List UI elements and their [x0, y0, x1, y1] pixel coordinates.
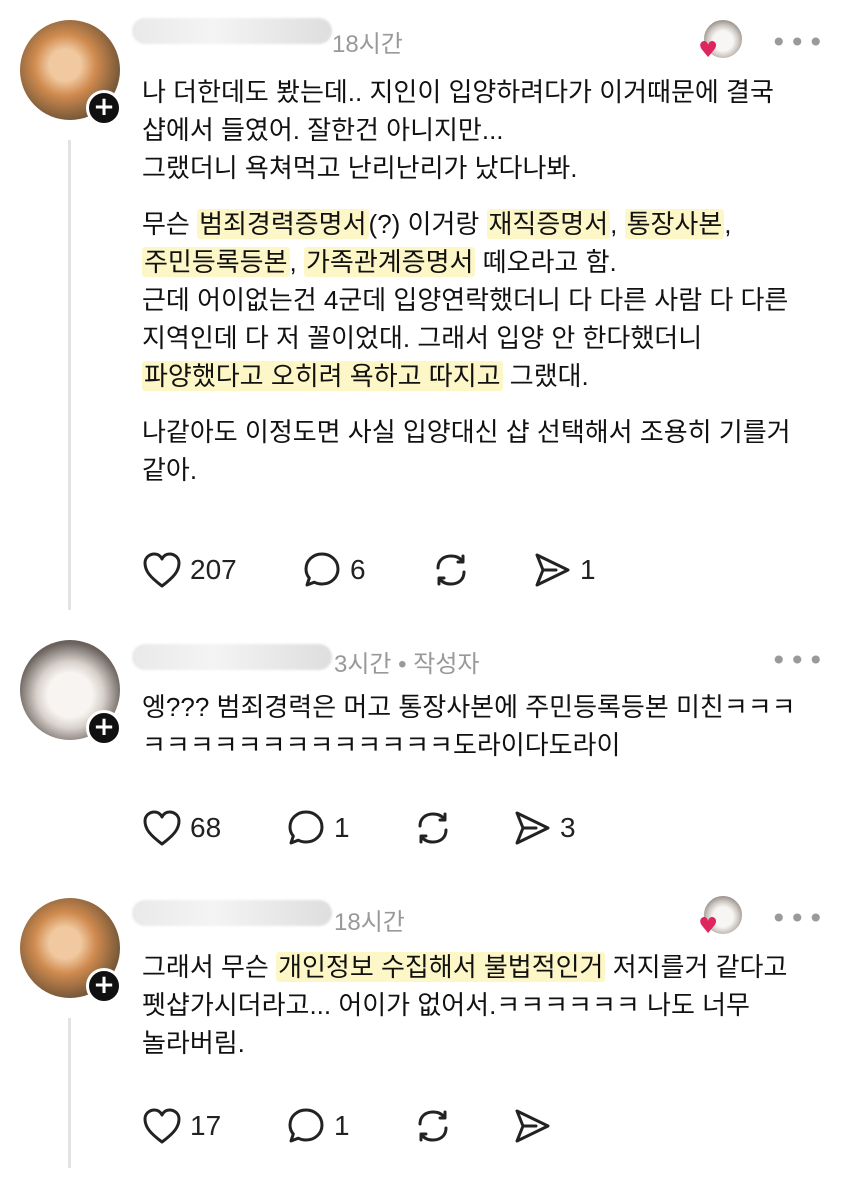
- post-3: + 18시간 ♥ ••• 그래서 무슨 개인정보 수집해서 불법적인거 저지를거…: [0, 880, 850, 1180]
- post-line: 펫샵가시더라고... 어이가 없어서.ㅋㅋㅋㅋㅋㅋ 나도 너무: [142, 990, 750, 1020]
- reply-button[interactable]: 1: [286, 1106, 350, 1146]
- repost-button[interactable]: [430, 550, 472, 590]
- follow-plus-icon[interactable]: +: [86, 710, 122, 746]
- share-count: 3: [560, 812, 576, 843]
- send-icon: [535, 553, 570, 587]
- repost-icon: [418, 812, 448, 844]
- more-icon[interactable]: •••: [770, 26, 826, 59]
- post-line: 나같아도 이정도면 사실 입양대신 샵 선택해서 조용히 기를거: [142, 417, 791, 447]
- highlight: 개인정보 수집해서 불법적인거: [276, 952, 606, 982]
- thread-line: [68, 140, 71, 610]
- like-button[interactable]: 68: [142, 808, 221, 848]
- comment-bubble-icon: [288, 1108, 324, 1143]
- highlight: 범죄경력증명서: [197, 209, 369, 239]
- send-icon: [515, 811, 550, 845]
- like-button[interactable]: 207: [142, 550, 237, 590]
- reply-button[interactable]: 1: [286, 808, 350, 848]
- post-line: 지역인데 다 저 꼴이었대. 그래서 입양 안 한다했더니: [142, 323, 703, 353]
- send-icon: [515, 1109, 550, 1143]
- username-blurred: [132, 18, 332, 44]
- post-line: 나 더한데도 봤는데.. 지인이 입양하려다가 이거때문에 결국: [142, 77, 774, 107]
- post-2: + 3시간 • 작성자 ••• 엥??? 범죄경력은 머고 통장사본에 주민등록…: [0, 622, 850, 880]
- highlight: 재직증명서: [486, 209, 611, 239]
- more-icon[interactable]: •••: [770, 644, 826, 677]
- post-line: 그랬더니 욕쳐먹고 난리난리가 났다나봐.: [142, 153, 578, 183]
- username-blurred: [132, 644, 332, 670]
- more-icon[interactable]: •••: [770, 902, 826, 935]
- post-body: 엥??? 범죄경력은 머고 통장사본에 주민등록등본 미친ㅋㅋㅋ ㅋㅋㅋㅋㅋㅋㅋ…: [142, 688, 822, 764]
- post-body: 나 더한데도 봤는데.. 지인이 입양하려다가 이거때문에 결국 샵에서 들였어…: [142, 73, 822, 489]
- heart-outline-icon: [143, 1108, 181, 1144]
- username-blurred: [132, 900, 332, 926]
- post-line: 놀라버림.: [142, 1028, 245, 1058]
- share-button[interactable]: 3: [512, 808, 576, 848]
- reply-button[interactable]: 6: [302, 550, 366, 590]
- comment-bubble-icon: [304, 552, 340, 587]
- heart-outline-icon: [143, 552, 181, 588]
- post-line: 무슨 범죄경력증명서(?) 이거랑 재직증명서, 통장사본,: [142, 209, 732, 239]
- follow-plus-icon[interactable]: +: [86, 968, 122, 1004]
- like-count: 68: [190, 812, 222, 843]
- highlight: 통장사본: [624, 209, 725, 239]
- share-count: 1: [580, 554, 596, 585]
- repost-icon: [436, 554, 466, 586]
- post-line: 그래서 무슨 개인정보 수집해서 불법적인거 저지를거 같다고: [142, 952, 788, 982]
- reply-count: 6: [350, 554, 366, 585]
- like-count: 17: [190, 1110, 222, 1141]
- post-line: 같아.: [142, 455, 198, 485]
- post-line: 샵에서 들였어. 잘한건 아니지만...: [142, 115, 504, 145]
- highlight: 가족관계증명서: [303, 247, 476, 277]
- post-line: 파양했다고 오히려 욕하고 따지고 그랬대.: [142, 361, 589, 391]
- post-line: 엥??? 범죄경력은 머고 통장사본에 주민등록등본 미친ㅋㅋㅋ: [142, 692, 796, 722]
- post-time: 3시간 • 작성자: [334, 651, 480, 678]
- repost-button[interactable]: [412, 1106, 454, 1146]
- thread-line: [68, 1018, 71, 1168]
- highlight: 주민등록등본: [142, 247, 290, 277]
- post-1: + 18시간 ♥ ••• 나 더한데도 봤는데.. 지인이 입양하려다가 이거때…: [0, 0, 850, 612]
- highlight: 파양했다고 오히려 욕하고 따지고: [142, 361, 503, 391]
- comment-bubble-icon: [288, 810, 324, 845]
- heart-outline-icon: [143, 810, 181, 846]
- share-button[interactable]: 1: [532, 550, 596, 590]
- follow-plus-icon[interactable]: +: [86, 90, 122, 126]
- share-button[interactable]: [512, 1106, 552, 1146]
- repost-icon: [418, 1110, 448, 1142]
- post-line: ㅋㅋㅋㅋㅋㅋㅋㅋㅋㅋㅋㅋㅋ도라이다도라이: [142, 730, 621, 760]
- heart-badge-icon: ♥: [698, 914, 718, 939]
- like-count: 207: [190, 554, 237, 585]
- post-body: 그래서 무슨 개인정보 수집해서 불법적인거 저지를거 같다고 펫샵가시더라고.…: [142, 948, 822, 1062]
- post-time: 18시간: [334, 909, 405, 936]
- reply-count: 1: [334, 812, 350, 843]
- post-line: 주민등록등본, 가족관계증명서 떼오라고 함.: [142, 247, 617, 277]
- post-line: 근데 어이없는건 4군데 입양연락했더니 다 다른 사람 다 다른: [142, 285, 789, 315]
- post-time: 18시간: [332, 31, 403, 58]
- repost-button[interactable]: [412, 808, 454, 848]
- like-button[interactable]: 17: [142, 1106, 221, 1146]
- heart-badge-icon: ♥: [698, 38, 718, 63]
- reply-count: 1: [334, 1110, 350, 1141]
